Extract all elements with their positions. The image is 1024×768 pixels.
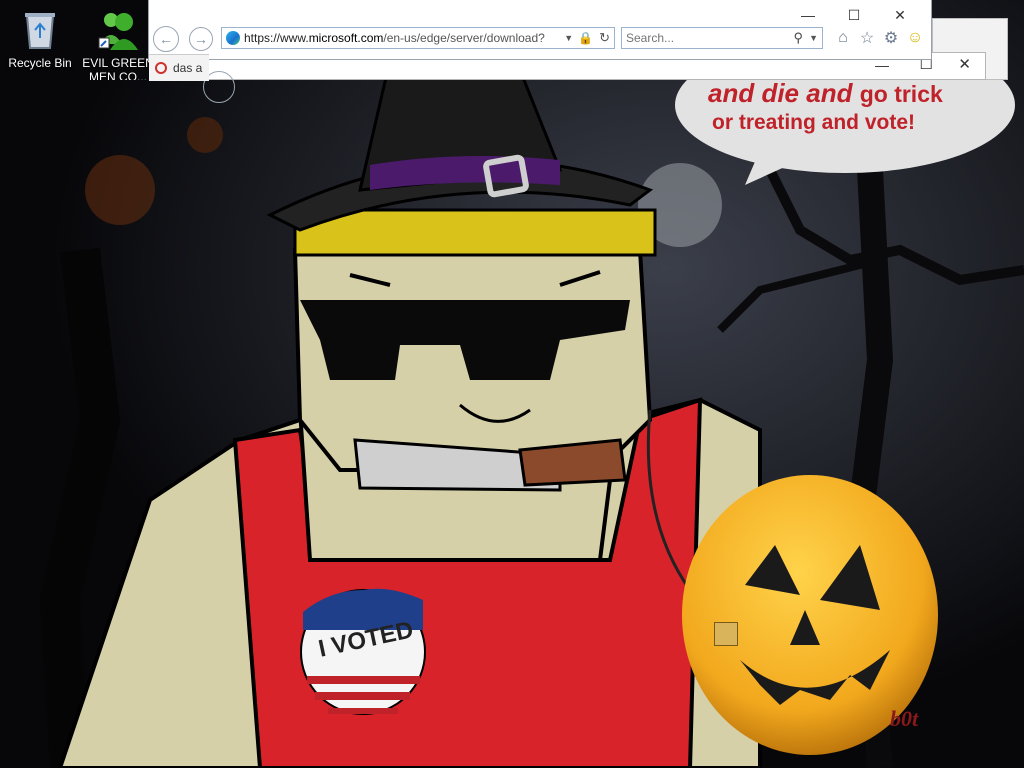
back-button[interactable]: ←	[153, 26, 179, 52]
evil-green-men-shortcut[interactable]: EVIL GREEN MEN CO...	[82, 8, 154, 80]
minimize-button[interactable]: —	[785, 2, 831, 28]
tab-label: das a	[173, 61, 203, 75]
internet-explorer-window[interactable]: — ☐ ✕ ← → https://www.microsoft.com/en-u…	[148, 0, 932, 81]
url-path: /en-us/edge/server/download?	[383, 31, 545, 45]
back-arrow-icon: ←	[159, 31, 173, 47]
lock-icon: 🔒	[578, 31, 594, 45]
speech-bubble-text: and die and go trick or treating and vot…	[708, 78, 1008, 137]
maximize-button[interactable]: ☐	[831, 2, 877, 28]
favorites-star-icon[interactable]: ☆	[857, 28, 877, 48]
refresh-icon[interactable]: ↻	[595, 30, 614, 46]
edge-favicon-icon	[226, 31, 240, 45]
opera-tab-icon	[155, 62, 167, 74]
search-input[interactable]	[622, 30, 792, 46]
recycle-bin-icon	[19, 8, 61, 52]
speech-line1-a: and die and	[708, 78, 853, 108]
search-dropdown-icon[interactable]: ▼	[805, 33, 822, 43]
window-controls: — ☐ ✕	[785, 2, 923, 28]
evil-green-men-label: EVIL GREEN MEN CO...	[82, 56, 154, 80]
recycle-bin-shortcut[interactable]: Recycle Bin	[4, 8, 76, 70]
address-url: https://www.microsoft.com/en-us/edge/ser…	[240, 31, 561, 45]
speech-line1-b: go trick	[859, 81, 943, 107]
secondary-close-button[interactable]: ✕	[958, 55, 971, 73]
speech-line2: or treating and vote!	[712, 111, 916, 134]
home-icon[interactable]: ⌂	[833, 28, 853, 48]
search-icon[interactable]: ⚲	[792, 30, 806, 46]
search-box[interactable]: ⚲ ▼	[621, 27, 823, 49]
watermark: b0t	[890, 706, 919, 731]
forward-button[interactable]: →	[189, 27, 213, 51]
close-button[interactable]: ✕	[877, 2, 923, 28]
green-men-icon	[97, 8, 139, 52]
dropdown-arrow-icon[interactable]: ▼	[561, 33, 576, 43]
forward-arrow-icon: →	[194, 31, 208, 47]
gear-icon[interactable]: ⚙	[881, 28, 901, 48]
address-bar[interactable]: https://www.microsoft.com/en-us/edge/ser…	[221, 27, 615, 49]
recycle-bin-label: Recycle Bin	[8, 56, 72, 70]
smiley-feedback-icon[interactable]: ☺	[905, 28, 925, 48]
url-domain: microsoft.com	[308, 31, 384, 45]
url-prefix: https://www.	[244, 31, 309, 45]
app-busy-icon	[714, 622, 738, 646]
browser-tab[interactable]: das a	[149, 54, 209, 81]
